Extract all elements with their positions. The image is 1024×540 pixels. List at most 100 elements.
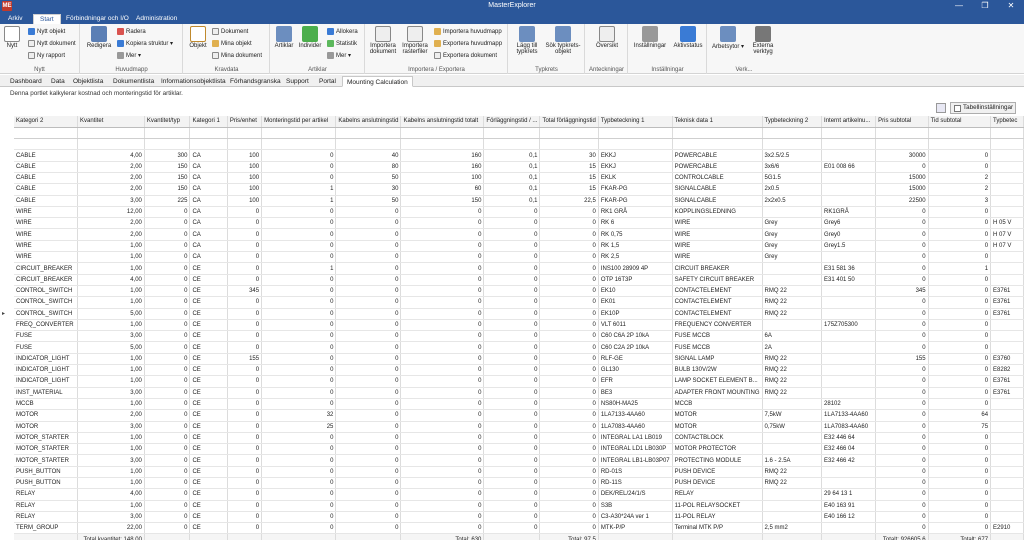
table-cell[interactable]: 0 xyxy=(539,341,599,354)
table-cell[interactable]: 0 xyxy=(928,353,992,366)
table-cell[interactable]: POWERCABLE xyxy=(672,161,763,173)
table-cell[interactable]: 2,00 xyxy=(77,228,145,241)
new-object-button[interactable]: Nytt objekt xyxy=(28,27,65,37)
table-cell[interactable]: 155 xyxy=(875,353,929,366)
table-cell[interactable]: 0 xyxy=(227,387,263,399)
table-cell[interactable] xyxy=(821,308,877,320)
table-cell[interactable]: CE xyxy=(189,353,228,366)
table-cell[interactable]: 0 xyxy=(227,409,263,422)
table-cell[interactable]: 2,00 xyxy=(77,183,145,196)
table-cell[interactable]: PUSH_BUTTON xyxy=(14,466,79,479)
table-cell[interactable]: MOTOR_STARTER xyxy=(14,443,79,456)
table-cell[interactable]: 0 xyxy=(875,296,929,309)
table-cell[interactable] xyxy=(821,522,877,535)
table-cell[interactable]: WIRE xyxy=(672,217,763,230)
table-cell[interactable]: 0 xyxy=(261,217,337,230)
table-cell[interactable]: E3761 xyxy=(990,387,1024,399)
table-cell[interactable]: CA xyxy=(189,195,228,207)
table-cell[interactable]: CE xyxy=(189,522,228,535)
my-objects-button[interactable]: Mina objekt xyxy=(212,39,252,49)
table-cell[interactable]: 0 xyxy=(400,217,485,230)
table-cell[interactable]: 0 xyxy=(483,500,541,512)
table-cell[interactable] xyxy=(990,274,1024,286)
table-cell[interactable]: 0 xyxy=(400,522,485,535)
table-cell[interactable]: E3761 xyxy=(990,308,1024,320)
table-cell[interactable]: 0 xyxy=(875,477,929,490)
table-cell[interactable]: 0 xyxy=(335,477,402,490)
tab-dashboard[interactable]: Dashboard xyxy=(6,76,46,87)
table-cell[interactable]: CONTACTELEMENT xyxy=(672,285,763,298)
table-cell[interactable]: 1,00 xyxy=(77,500,145,512)
table-cell[interactable]: 0 xyxy=(227,308,263,320)
table-cell[interactable]: FUSE xyxy=(14,330,79,343)
tab-support[interactable]: Support xyxy=(282,76,313,87)
table-cell[interactable]: 0 xyxy=(483,285,541,298)
table-cell[interactable]: 0 xyxy=(335,217,402,230)
table-cell[interactable]: 0 xyxy=(400,443,485,456)
table-cell[interactable]: 0 xyxy=(227,443,263,456)
table-cell[interactable]: 15 xyxy=(539,172,599,185)
table-cell[interactable]: 100 xyxy=(227,161,263,173)
table-cell[interactable] xyxy=(821,353,877,366)
table-cell[interactable]: 0 xyxy=(227,364,263,377)
table-cell[interactable]: 100 xyxy=(400,172,485,185)
table-cell[interactable]: 0 xyxy=(875,500,929,512)
table-cell[interactable]: CE xyxy=(189,454,228,467)
table-cell[interactable]: 0 xyxy=(261,274,337,286)
table-cell[interactable] xyxy=(762,319,823,332)
filter-cell[interactable] xyxy=(335,127,402,140)
table-cell[interactable]: 0 xyxy=(261,364,337,377)
column-header[interactable]: Kvantitet/typ xyxy=(144,116,191,128)
table-cell[interactable]: EFR xyxy=(598,375,673,388)
table-cell[interactable]: CA xyxy=(189,251,228,264)
table-cell[interactable]: 0 xyxy=(875,330,929,343)
table-cell[interactable]: FKAR-PG xyxy=(598,195,673,207)
minimize-button[interactable]: — xyxy=(946,0,972,12)
table-cell[interactable]: C3-A30*24A ver 1 xyxy=(598,511,673,524)
column-header[interactable]: Kabelns anslutningstid xyxy=(335,116,402,128)
table-cell[interactable]: 0 xyxy=(875,274,929,286)
table-cell[interactable]: 0 xyxy=(875,409,929,422)
table-cell[interactable]: 0 xyxy=(227,454,263,467)
table-cell[interactable]: 0 xyxy=(144,296,191,309)
table-cell[interactable]: 0 xyxy=(400,398,485,411)
table-cell[interactable]: 0 xyxy=(335,522,402,535)
table-cell[interactable]: 0 xyxy=(875,217,929,230)
filter-cell[interactable] xyxy=(990,127,1024,140)
table-cell[interactable]: RELAY xyxy=(14,511,79,524)
table-cell[interactable]: 15 xyxy=(539,183,599,196)
table-cell[interactable]: 0 xyxy=(483,466,541,479)
table-cell[interactable]: 0 xyxy=(483,432,541,445)
table-cell[interactable]: 0 xyxy=(539,285,599,298)
table-cell[interactable]: 50 xyxy=(335,195,402,207)
table-cell[interactable]: 0 xyxy=(928,274,992,286)
table-cell[interactable]: 3,00 xyxy=(77,454,145,467)
table-cell[interactable]: 32 xyxy=(261,409,337,422)
table-cell[interactable] xyxy=(821,477,877,490)
table-cell[interactable]: 0 xyxy=(227,251,263,264)
table-cell[interactable]: RK 1,5 xyxy=(598,240,673,253)
table-cell[interactable]: CE xyxy=(189,409,228,422)
table-cell[interactable]: 0 xyxy=(928,308,992,320)
filter-cell[interactable] xyxy=(539,127,599,140)
restore-button[interactable]: ❐ xyxy=(972,0,998,12)
table-cell[interactable]: CE xyxy=(189,262,228,275)
table-cell[interactable]: 0 xyxy=(928,454,992,467)
table-cell[interactable]: 0 xyxy=(335,375,402,388)
table-cell[interactable]: 0 xyxy=(335,500,402,512)
table-cell[interactable]: Grey xyxy=(762,251,823,264)
table-cell[interactable]: 0 xyxy=(261,206,337,219)
tab-portal[interactable]: Portal xyxy=(315,76,340,87)
table-cell[interactable]: 6A xyxy=(762,330,823,343)
tab-mounting-calculation[interactable]: Mounting Calculation xyxy=(342,76,413,87)
table-cell[interactable]: ADAPTER FRONT MOUNTING xyxy=(672,387,763,399)
table-cell[interactable]: 0 xyxy=(539,398,599,411)
table-cell[interactable]: 0 xyxy=(483,330,541,343)
table-cell[interactable]: VLT 6011 xyxy=(598,319,673,332)
table-cell[interactable]: 0 xyxy=(483,353,541,366)
export-folder-button[interactable]: Exportera huvudmapp xyxy=(434,39,502,49)
table-cell[interactable]: E3761 xyxy=(990,285,1024,298)
table-cell[interactable]: FKAR-PG xyxy=(598,183,673,196)
table-cell[interactable]: 0 xyxy=(400,353,485,366)
filter-cell[interactable] xyxy=(14,127,79,140)
